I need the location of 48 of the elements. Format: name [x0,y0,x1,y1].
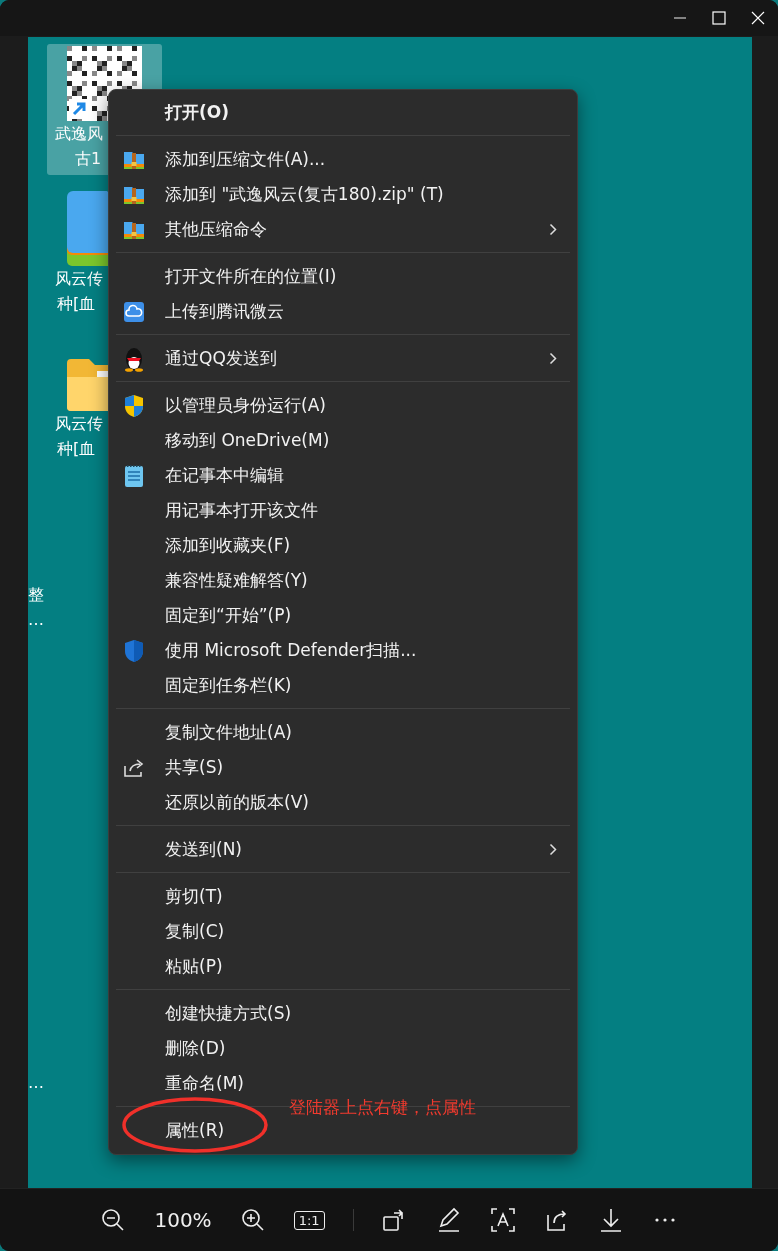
zoom-level: 100% [154,1208,212,1232]
menu-item[interactable]: 创建快捷方式(S) [109,996,577,1031]
icon-label: 种[血 [56,438,96,460]
notepad-icon [124,463,144,488]
icon-label: 风云传 [54,413,103,435]
icon-label: 种[血 [56,293,96,315]
chevron-right-icon [549,352,557,365]
menu-item[interactable]: 复制(C) [109,914,577,949]
chevron-right-icon [549,843,557,856]
menu-item[interactable]: 剪切(T) [109,879,577,914]
penguin-icon [122,345,146,372]
chevron-right-icon [549,223,557,236]
menu-item[interactable]: 打开文件所在的位置(I) [109,259,577,294]
menu-item[interactable]: 兼容性疑难解答(Y) [109,563,577,598]
menu-item[interactable]: 添加到收藏夹(F) [109,528,577,563]
shield-icon [123,638,145,663]
menu-item[interactable]: 粘贴(P) [109,949,577,984]
maximize-icon[interactable] [712,11,726,25]
annotation-text: 登陆器上点右键，点属性 [289,1096,476,1119]
menu-item[interactable]: 用记事本打开该文件 [109,493,577,528]
menu-item[interactable]: 固定到“开始”(P) [109,598,577,633]
menu-item[interactable]: 通过QQ发送到 [109,341,577,376]
close-icon[interactable] [751,11,765,25]
menu-item[interactable]: 固定到任务栏(K) [109,668,577,703]
icon-label: 整 [28,584,44,606]
menu-item[interactable]: 使用 Microsoft Defender扫描... [109,633,577,668]
menu-item[interactable]: 共享(S) [109,750,577,785]
menu-item[interactable]: 删除(D) [109,1031,577,1066]
menu-item[interactable]: 以管理员身份运行(A) [109,388,577,423]
shield-icon [123,393,145,418]
zoom-in-icon[interactable] [239,1207,266,1233]
icon-label: 武逸风 [54,123,103,145]
actual-size-button[interactable]: 1:1 [293,1210,325,1230]
menu-item[interactable]: 添加到 "武逸风云(复古180).zip" (T) [109,177,577,212]
text-scan-icon[interactable] [489,1207,516,1233]
icon-label: … [28,609,44,631]
menu-item[interactable]: 发送到(N) [109,832,577,867]
icon-label: 古1 [74,148,102,170]
menu-item[interactable]: 还原以前的版本(V) [109,785,577,820]
menu-item[interactable]: 移动到 OneDrive(M) [109,423,577,458]
icon-label: … [28,1072,44,1094]
menu-item[interactable]: 在记事本中编辑 [109,458,577,493]
share-icon [123,757,145,778]
menu-item[interactable]: 复制文件地址(A) [109,715,577,750]
cloud-icon [123,300,145,323]
menu-item[interactable]: 其他压缩命令 [109,212,577,247]
icon-label: 风云传 [54,268,103,290]
menu-item[interactable]: 上传到腾讯微云 [109,294,577,329]
